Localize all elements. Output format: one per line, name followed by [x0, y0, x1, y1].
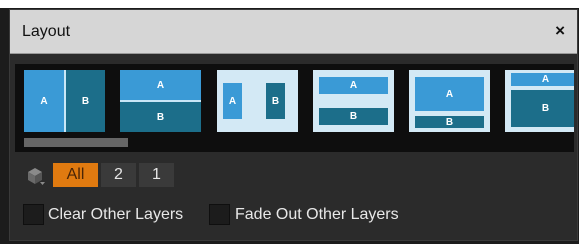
filter-2-button[interactable]: 2	[100, 162, 137, 188]
region-a: A	[24, 70, 64, 132]
region-a: A	[223, 83, 242, 119]
region-b: B	[266, 83, 285, 119]
layout-thumb-framed-stacked[interactable]: A B	[313, 70, 394, 132]
strip-scrollbar-thumb[interactable]	[24, 138, 128, 147]
layout-thumb-framed-large-top[interactable]: A B	[409, 70, 490, 132]
panel-titlebar[interactable]: Layout ×	[10, 10, 577, 54]
region-b: B	[415, 116, 484, 128]
layout-thumb-side-by-side[interactable]: A B	[24, 70, 105, 132]
layout-panel: Layout × A B A B A B A B A B A B All 2 1…	[9, 9, 578, 241]
layout-thumb-framed-large-bottom[interactable]: A B	[505, 70, 574, 132]
screen-edge-bottom	[0, 244, 579, 251]
fade-out-other-layers-checkbox[interactable]	[209, 204, 230, 225]
panel-title: Layout	[22, 23, 71, 40]
filter-1-button[interactable]: 1	[138, 162, 175, 188]
region-b: B	[319, 108, 388, 125]
strip-scrollbar[interactable]	[15, 138, 574, 147]
layout-thumb-framed-side-by-side[interactable]: A B	[217, 70, 298, 132]
screen-edge-top	[0, 0, 579, 8]
region-b: B	[511, 90, 574, 127]
region-a: A	[120, 70, 201, 100]
clear-other-layers-label[interactable]: Clear Other Layers	[48, 206, 183, 224]
region-b: B	[120, 102, 201, 132]
layout-thumb-top-bottom[interactable]: A B	[120, 70, 201, 132]
cube-filter-icon[interactable]	[26, 165, 46, 187]
region-b: B	[66, 70, 105, 132]
region-a: A	[415, 77, 484, 111]
region-a: A	[319, 77, 388, 94]
clear-other-layers-checkbox[interactable]	[23, 204, 44, 225]
region-a: A	[511, 73, 574, 86]
close-icon[interactable]: ×	[555, 21, 565, 41]
filter-all-button[interactable]: All	[52, 162, 99, 188]
layout-thumbnail-strip: A B A B A B A B A B A B	[15, 64, 574, 152]
fade-out-other-layers-label[interactable]: Fade Out Other Layers	[235, 206, 399, 224]
